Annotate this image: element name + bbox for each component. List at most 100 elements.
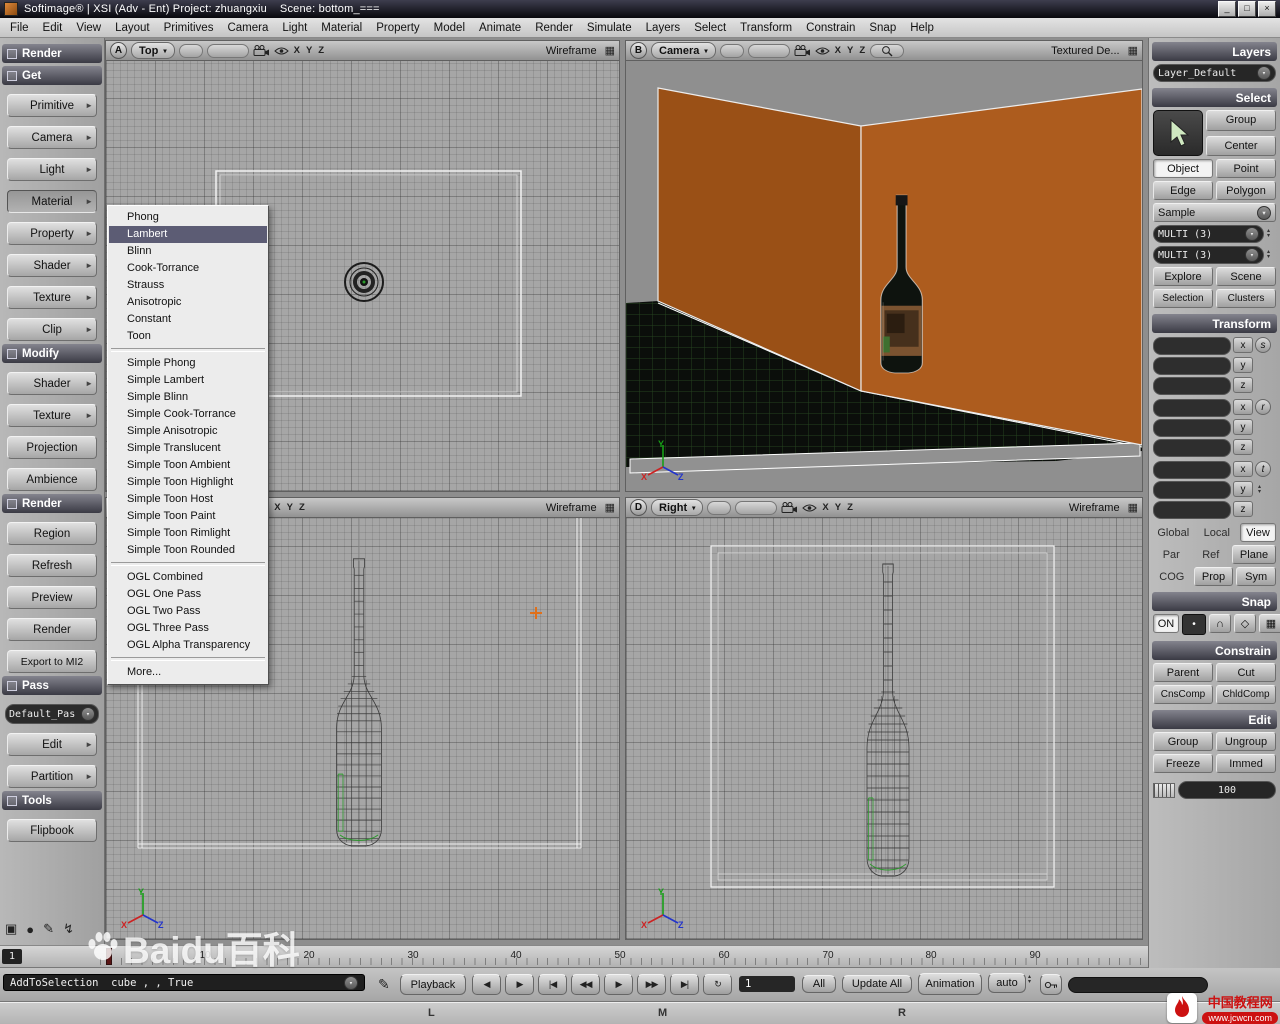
menu-layers[interactable]: Layers <box>646 22 681 34</box>
pencil-tool-icon[interactable]: ✎ <box>43 921 54 937</box>
modify-projection-button[interactable]: Projection <box>7 436 97 459</box>
axis-y-button[interactable]: Y <box>305 45 313 56</box>
scale-y-field[interactable] <box>1153 357 1231 375</box>
layout-grid-icon[interactable]: ▦ <box>605 501 615 514</box>
layer-selector[interactable]: Layer_Default▾ <box>1153 64 1276 82</box>
axis-y-button[interactable]: Y <box>286 502 294 513</box>
current-frame-field[interactable]: 1 <box>739 976 795 992</box>
sample-dropdown[interactable]: Sample▾ <box>1153 203 1276 222</box>
explore-button[interactable]: Explore <box>1153 267 1213 286</box>
eye-icon[interactable] <box>274 46 289 56</box>
zap-tool-icon[interactable]: ↯ <box>63 921 74 937</box>
menu-primitives[interactable]: Primitives <box>164 22 214 34</box>
translate-y-axis-button[interactable]: y <box>1233 481 1253 497</box>
get-texture-button[interactable]: Texture► <box>7 286 97 309</box>
point-mode-button[interactable]: Point <box>1216 159 1276 178</box>
modify-texture-button[interactable]: Texture► <box>7 404 97 427</box>
select-header[interactable]: Select <box>1152 88 1277 107</box>
object-mode-button[interactable]: Object <box>1153 159 1213 178</box>
viewport-b-letter-button[interactable]: B <box>630 42 647 59</box>
module-selector[interactable]: Render <box>2 44 102 63</box>
constrain-header[interactable]: Constrain <box>1152 641 1277 660</box>
menu-item-anisotropic[interactable]: Anisotropic <box>109 294 267 311</box>
menu-view[interactable]: View <box>76 22 101 34</box>
axis-z-button[interactable]: Z <box>317 45 325 56</box>
menu-item-ogl-combined[interactable]: OGL Combined <box>109 569 267 586</box>
menu-edit[interactable]: Edit <box>43 22 63 34</box>
menu-item-simple-phong[interactable]: Simple Phong <box>109 355 267 372</box>
camera-icon[interactable] <box>253 45 270 56</box>
get-property-button[interactable]: Property► <box>7 222 97 245</box>
axis-z-button[interactable]: Z <box>846 502 854 513</box>
menu-item-simple-toon-rimlight[interactable]: Simple Toon Rimlight <box>109 525 267 542</box>
viewport-a-toggle-pill[interactable] <box>207 44 249 58</box>
auto-key-button[interactable]: auto <box>988 973 1026 993</box>
viewport-a-display-mode[interactable]: Wireframe <box>546 45 597 57</box>
menu-select[interactable]: Select <box>694 22 726 34</box>
edge-mode-button[interactable]: Edge <box>1153 181 1213 200</box>
constrain-parent-button[interactable]: Parent <box>1153 663 1213 682</box>
eye-icon[interactable] <box>815 46 830 56</box>
timeline-start-field[interactable]: 1 <box>2 949 22 964</box>
snap-curve-icon[interactable]: ∩ <box>1209 614 1231 633</box>
select-tool-button[interactable] <box>1153 110 1203 156</box>
transform-header[interactable]: Transform <box>1152 314 1277 333</box>
menu-item-simple-translucent[interactable]: Simple Translucent <box>109 440 267 457</box>
animation-button[interactable]: Animation <box>918 973 982 995</box>
polygon-mode-button[interactable]: Polygon <box>1216 181 1276 200</box>
fast-forward-button[interactable]: ▶▶ <box>637 974 666 995</box>
menu-item-simple-lambert[interactable]: Simple Lambert <box>109 372 267 389</box>
menu-transform[interactable]: Transform <box>740 22 792 34</box>
plane-mode-button[interactable]: Plane <box>1232 545 1276 564</box>
cog-label[interactable]: COG <box>1153 567 1191 586</box>
tools-flipbook-button[interactable]: Flipbook <box>7 819 97 842</box>
menu-render[interactable]: Render <box>535 22 573 34</box>
step-forward-button[interactable]: ▶ <box>505 974 534 995</box>
prop-button[interactable]: Prop <box>1194 567 1234 586</box>
title-bar[interactable]: Softimage® | XSI (Adv - Ent) Project: zh… <box>0 0 1280 18</box>
menu-item-strauss[interactable]: Strauss <box>109 277 267 294</box>
selection-button[interactable]: Selection <box>1153 289 1213 308</box>
axis-x-button[interactable]: X <box>293 45 301 56</box>
viewport-d-toggle-pill[interactable] <box>735 501 777 515</box>
spinner-arrows-icon[interactable]: ▴▾ <box>1028 975 1037 985</box>
menu-item-ogl-three-pass[interactable]: OGL Three Pass <box>109 620 267 637</box>
rotate-x-field[interactable] <box>1153 399 1231 417</box>
snap-grid-icon[interactable]: ▦ <box>1259 614 1280 633</box>
rotate-mode-button[interactable]: r <box>1255 399 1271 415</box>
translate-y-field[interactable] <box>1153 481 1231 499</box>
rotate-x-axis-button[interactable]: x <box>1233 399 1253 415</box>
immed-button[interactable]: Immed <box>1216 754 1276 773</box>
step-back-button[interactable]: ◀ <box>472 974 501 995</box>
snap-midpoint-icon[interactable]: ◇ <box>1234 614 1256 633</box>
constrain-cut-button[interactable]: Cut <box>1216 663 1276 682</box>
playback-menu-button[interactable]: Playback <box>400 974 466 995</box>
clusters-button[interactable]: Clusters <box>1216 289 1276 308</box>
edit-header[interactable]: Edit <box>1152 710 1277 729</box>
render-preview-button[interactable]: Preview <box>7 586 97 609</box>
translate-z-axis-button[interactable]: z <box>1233 501 1253 517</box>
freeze-button[interactable]: Freeze <box>1153 754 1213 773</box>
menu-item-ogl-one-pass[interactable]: OGL One Pass <box>109 586 267 603</box>
rotate-y-axis-button[interactable]: y <box>1233 419 1253 435</box>
snap-point-icon[interactable]: • <box>1182 614 1206 635</box>
get-material-button[interactable]: Material► <box>7 190 97 213</box>
global-mode-label[interactable]: Global <box>1153 523 1194 542</box>
rotate-z-axis-button[interactable]: z <box>1233 439 1253 455</box>
menu-item-constant[interactable]: Constant <box>109 311 267 328</box>
close-button[interactable]: × <box>1258 1 1276 17</box>
eye-icon[interactable] <box>802 503 817 513</box>
menu-item-simple-toon-rounded[interactable]: Simple Toon Rounded <box>109 542 267 559</box>
viewport-b-display-mode[interactable]: Textured De... <box>1051 45 1119 57</box>
layout-tool-icon[interactable]: ▣ <box>5 921 17 937</box>
chldcomp-button[interactable]: ChldComp <box>1216 685 1276 704</box>
viewport-a-name-dropdown[interactable]: Top▾ <box>131 42 175 59</box>
translate-x-field[interactable] <box>1153 461 1231 479</box>
menu-model[interactable]: Model <box>434 22 465 34</box>
go-to-end-button[interactable]: ▶| <box>670 974 699 995</box>
get-camera-button[interactable]: Camera► <box>7 126 97 149</box>
spinner-arrows-icon[interactable]: ▴▾ <box>1255 481 1264 499</box>
magnifier-icon[interactable] <box>870 44 904 58</box>
get-shader-button[interactable]: Shader► <box>7 254 97 277</box>
sphere-tool-icon[interactable]: ● <box>26 922 34 937</box>
